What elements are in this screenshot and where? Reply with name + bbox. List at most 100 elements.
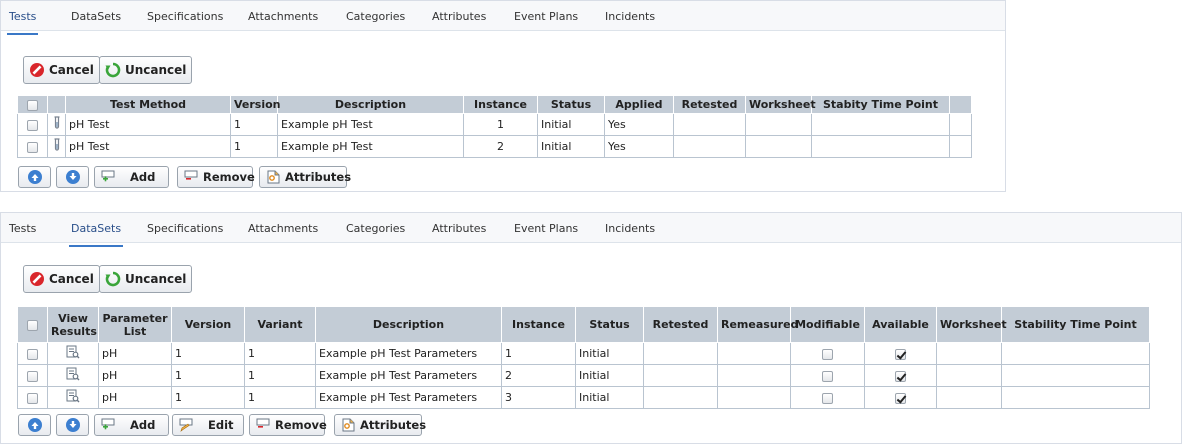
available-checkbox[interactable] <box>895 348 906 360</box>
col-status[interactable]: Status <box>575 306 644 343</box>
col-description[interactable]: Description <box>277 95 464 114</box>
test-method-link[interactable]: pH Test <box>65 135 231 158</box>
col-modifiable[interactable]: Modifiable <box>790 306 865 343</box>
row-checkbox[interactable] <box>27 141 38 153</box>
col-status[interactable]: Status <box>537 95 605 114</box>
move-down-button[interactable] <box>56 166 89 188</box>
move-up-button[interactable] <box>18 166 51 188</box>
col-view-results[interactable]: View Results <box>47 306 99 343</box>
add-button[interactable]: Add <box>94 414 169 436</box>
row-checkbox[interactable] <box>27 392 38 404</box>
tab-incidents[interactable]: Incidents <box>605 222 655 235</box>
col-version[interactable]: Version <box>171 306 245 343</box>
tab-datasets[interactable]: DataSets <box>68 222 124 247</box>
table-row[interactable]: pH 1 1 Example pH Test Parameters 2 Init… <box>17 364 1150 387</box>
cell-extra <box>949 135 972 158</box>
remove-button[interactable]: Remove <box>249 414 327 436</box>
uncancel-button[interactable]: Uncancel <box>99 265 193 293</box>
tab-specifications[interactable]: Specifications <box>147 10 223 23</box>
table-row[interactable]: pH Test 1 Example pH Test 1 Initial Yes <box>17 113 972 136</box>
tab-attachments[interactable]: Attachments <box>248 222 318 235</box>
modifiable-checkbox[interactable] <box>822 348 833 360</box>
tab-attributes[interactable]: Attributes <box>432 10 486 23</box>
row-checkbox[interactable] <box>27 119 38 131</box>
table-row[interactable]: pH Test 1 Example pH Test 2 Initial Yes <box>17 135 972 158</box>
tab-event-plans[interactable]: Event Plans <box>514 222 578 235</box>
col-stability-time-point[interactable]: Stability Time Point <box>1001 306 1150 343</box>
cancel-button[interactable]: Cancel <box>23 56 100 84</box>
datasets-panel: Tests DataSets Specifications Attachment… <box>0 212 1182 444</box>
table-header: View Results Parameter List Version Varian… <box>17 306 1150 343</box>
tab-incidents[interactable]: Incidents <box>605 10 655 23</box>
modifiable-checkbox[interactable] <box>822 392 833 404</box>
remove-button[interactable]: Remove <box>177 166 255 188</box>
tab-attributes[interactable]: Attributes <box>432 222 486 235</box>
col-parameter-list[interactable]: Parameter List <box>98 306 172 343</box>
move-down-button[interactable] <box>56 414 89 436</box>
tab-event-plans[interactable]: Event Plans <box>514 10 578 23</box>
cell-description: Example pH Test <box>277 135 464 158</box>
edit-button[interactable]: Edit <box>172 414 244 436</box>
row-checkbox[interactable] <box>27 370 38 382</box>
row-select[interactable] <box>17 364 48 387</box>
col-available[interactable]: Available <box>864 306 937 343</box>
col-worksheet[interactable]: Worksheet <box>936 306 1007 343</box>
col-retested[interactable]: Retested <box>643 306 718 343</box>
col-instance[interactable]: Instance <box>501 306 576 343</box>
available-checkbox[interactable] <box>895 370 906 382</box>
row-select[interactable] <box>17 342 48 365</box>
cell-retested <box>643 342 718 365</box>
col-test-method[interactable]: Test Method <box>65 95 231 114</box>
attributes-button[interactable]: Attributes <box>259 166 351 188</box>
add-label: Add <box>130 418 156 432</box>
select-all-header[interactable] <box>17 95 48 114</box>
cancel-button[interactable]: Cancel <box>23 265 100 293</box>
tab-attachments[interactable]: Attachments <box>248 10 318 23</box>
uncancel-icon <box>105 271 121 287</box>
col-parameter-list-line1: Parameter <box>102 311 168 325</box>
row-select[interactable] <box>17 386 48 409</box>
cell-version: 1 <box>171 364 245 387</box>
select-all-checkbox[interactable] <box>27 319 38 331</box>
col-retested[interactable]: Retested <box>673 95 746 114</box>
cell-instance: 3 <box>501 386 576 409</box>
tab-categories[interactable]: Categories <box>346 222 405 235</box>
attributes-button[interactable]: Attributes <box>334 414 426 436</box>
row-select[interactable] <box>17 135 48 158</box>
test-method-link[interactable]: pH Test <box>65 113 231 136</box>
row-checkbox[interactable] <box>27 348 38 360</box>
row-select[interactable] <box>17 113 48 136</box>
col-parameter-list-line2: List <box>123 324 147 338</box>
tab-tests[interactable]: Tests <box>6 10 39 35</box>
test-tube-icon <box>47 113 66 136</box>
col-version[interactable]: Version <box>230 95 281 114</box>
col-instance[interactable]: Instance <box>463 95 538 114</box>
add-label: Add <box>130 170 156 184</box>
add-button[interactable]: Add <box>94 166 169 188</box>
col-stability-time-point[interactable]: Stabity Time Point <box>811 95 950 114</box>
tab-tests[interactable]: Tests <box>9 222 36 235</box>
col-worksheet[interactable]: Worksheet <box>745 95 816 114</box>
edit-label: Edit <box>208 418 234 432</box>
col-variant[interactable]: Variant <box>244 306 316 343</box>
modifiable-checkbox[interactable] <box>822 370 833 382</box>
select-all-checkbox[interactable] <box>27 99 38 111</box>
view-results-icon[interactable] <box>47 342 99 365</box>
col-applied[interactable]: Applied <box>604 95 674 114</box>
table-row[interactable]: pH 1 1 Example pH Test Parameters 3 Init… <box>17 386 1150 409</box>
available-checkbox[interactable] <box>895 392 906 404</box>
col-remeasured[interactable]: Remeasured <box>717 306 798 343</box>
cell-stability <box>811 135 950 158</box>
cell-instance: 2 <box>501 364 576 387</box>
table-row[interactable]: pH 1 1 Example pH Test Parameters 1 Init… <box>17 342 1150 365</box>
move-up-button[interactable] <box>18 414 51 436</box>
view-results-icon[interactable] <box>47 364 99 387</box>
tab-categories[interactable]: Categories <box>346 10 405 23</box>
uncancel-button[interactable]: Uncancel <box>99 56 193 84</box>
tab-specifications[interactable]: Specifications <box>147 222 223 235</box>
col-description[interactable]: Description <box>315 306 502 343</box>
cell-status: Initial <box>537 113 605 136</box>
view-results-icon[interactable] <box>47 386 99 409</box>
tab-datasets[interactable]: DataSets <box>71 10 121 23</box>
select-all-header[interactable] <box>17 306 48 343</box>
